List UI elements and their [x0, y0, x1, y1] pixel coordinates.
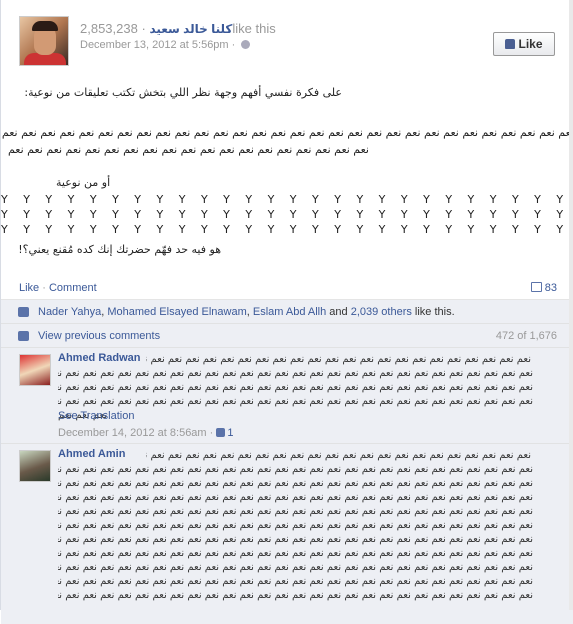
- comment-timestamp[interactable]: December 14, 2012 at 8:56am: [58, 427, 207, 439]
- post-actions: Like · Comment 83: [1, 277, 573, 299]
- post-timestamp[interactable]: December 13, 2012 at 5:56pm: [80, 39, 229, 51]
- thumbs-up-icon: [18, 307, 29, 317]
- comment-text-line: نعم نعم نعم نعم نعم نعم نعم نعم نعم نعم …: [58, 382, 533, 393]
- see-translation-link[interactable]: See Translation: [58, 410, 134, 422]
- page-likes-line: 2,853,238 · كلنا خالد سعيدlike this: [80, 21, 360, 36]
- comment-like-count: 1: [227, 427, 234, 439]
- dot-separator: ·: [141, 21, 146, 36]
- comment-text-line: نعم نعم نعم نعم نعم نعم نعم نعم نعم نعم …: [146, 450, 531, 461]
- comment-likes[interactable]: 1: [216, 427, 234, 439]
- liker-link-2[interactable]: Mohamed Elsayed Elnawam: [107, 306, 246, 318]
- and-text: and: [326, 306, 351, 318]
- comment-link[interactable]: Comment: [49, 282, 97, 294]
- liker-link-3[interactable]: Eslam Abd Allh: [253, 306, 326, 318]
- comment-text-line: نعم نعم نعم نعم نعم نعم نعم نعم نعم نعم …: [58, 562, 533, 573]
- dot-separator: ·: [42, 282, 46, 294]
- post-timestamp-line: December 13, 2012 at 5:56pm ·: [80, 39, 360, 51]
- like-this-text: like this.: [411, 306, 455, 318]
- comment-text-line: نعم نعم نعم نعم نعم نعم نعم نعم نعم نعم …: [58, 576, 533, 587]
- comment-text-line: نعم نعم نعم نعم نعم نعم نعم نعم نعم نعم …: [146, 354, 531, 365]
- post-meta: 2,853,238 · كلنا خالد سعيدlike this Dece…: [80, 21, 360, 51]
- post-question: هو فيه حد فهّم حضرتك إنك كده مُقنع يعني؟…: [18, 243, 221, 256]
- comment-pager: 472 of 1,676: [495, 330, 557, 342]
- liker-link-1[interactable]: Nader Yahya: [38, 306, 101, 318]
- like-this-text: like this: [232, 21, 276, 36]
- comment-text-line: نعم نعم نعم نعم نعم نعم نعم نعم نعم نعم …: [58, 464, 533, 475]
- globe-icon[interactable]: [241, 40, 251, 49]
- commenter-name[interactable]: Ahmed Amin: [58, 448, 125, 460]
- post-header: 2,853,238 · كلنا خالد سعيدlike this Dece…: [19, 16, 559, 66]
- ufi-panel: Nader Yahya, Mohamed Elsayed Elnawam, Es…: [1, 299, 573, 624]
- page-avatar[interactable]: [19, 16, 69, 66]
- scrollbar[interactable]: [569, 0, 573, 610]
- commenter-avatar[interactable]: [19, 354, 51, 386]
- comment-count[interactable]: 83: [530, 277, 557, 299]
- post-frame: 2,853,238 · كلنا خالد سعيدlike this Dece…: [0, 0, 573, 624]
- others-link[interactable]: 2,039 others: [351, 306, 412, 318]
- dot-separator: ·: [209, 427, 214, 439]
- post-paragraph-1: على فكرة نفسي أفهم وجهة نظر اللي بتخش تك…: [24, 86, 342, 99]
- comment-text-line: نعم نعم نعم نعم نعم نعم نعم نعم نعم نعم …: [58, 520, 533, 531]
- comment-text-line: نعم نعم نعم نعم نعم نعم نعم نعم نعم نعم …: [58, 492, 533, 503]
- page-name-link[interactable]: كلنا خالد سعيد: [149, 22, 232, 36]
- like-link[interactable]: Like: [19, 282, 39, 294]
- comment-text-line: نعم نعم نعم نعم نعم نعم نعم نعم نعم نعم …: [58, 534, 533, 545]
- likes-sentence-row: Nader Yahya, Mohamed Elsayed Elnawam, Es…: [1, 300, 573, 324]
- commenter-avatar[interactable]: [19, 450, 51, 482]
- comment-bubble-icon: [18, 331, 29, 341]
- comment-item: Ahmed Amin نعم نعم نعم نعم نعم نعم نعم ن…: [1, 444, 573, 624]
- comment-text-line: نعم نعم نعم نعم نعم نعم نعم نعم نعم نعم …: [58, 548, 533, 559]
- view-previous-row: View previous comments 472 of 1,676: [1, 324, 573, 348]
- post-naam-line-1: نعم نعم نعم نعم نعم نعم نعم نعم نعم نعم …: [1, 126, 573, 139]
- thumbs-up-icon: [216, 428, 226, 437]
- post-y-row-1: Y Y Y Y Y Y Y Y Y Y Y Y Y Y Y Y Y Y Y Y …: [1, 193, 573, 206]
- view-previous-comments-link[interactable]: View previous comments: [38, 330, 160, 342]
- comment-text-line: نعم نعم نعم نعم نعم نعم نعم نعم نعم نعم …: [58, 368, 533, 379]
- comment-item: Ahmed Radwan نعم نعم نعم نعم نعم نعم نعم…: [1, 348, 573, 444]
- post-y-row-3: Y Y Y Y Y Y Y Y Y Y Y Y Y Y Y Y Y Y Y Y …: [1, 223, 573, 236]
- comment-text-line: نعم نعم نعم نعم نعم نعم نعم نعم نعم نعم …: [58, 506, 533, 517]
- commenter-name[interactable]: Ahmed Radwan: [58, 352, 141, 364]
- post-naam-line-2: نعم نعم نعم نعم نعم نعم نعم نعم نعم نعم …: [7, 143, 369, 156]
- post-y-row-2: Y Y Y Y Y Y Y Y Y Y Y Y Y Y Y Y Y Y Y Y …: [1, 208, 573, 221]
- page-like-button[interactable]: Like: [493, 32, 555, 56]
- thumbs-up-icon: [505, 39, 516, 49]
- comment-meta: December 14, 2012 at 8:56am · 1: [58, 427, 234, 439]
- post-or-type: أو من نوعية: [56, 176, 111, 189]
- likes-count: 2,853,238: [80, 21, 138, 36]
- comment-count-value: 83: [544, 282, 557, 294]
- dot-separator: ·: [231, 39, 236, 51]
- like-button-label: Like: [518, 37, 543, 51]
- comment-text-line: نعم نعم نعم نعم نعم نعم نعم نعم نعم نعم …: [58, 478, 533, 489]
- comment-text-line: نعم نعم نعم نعم نعم نعم نعم نعم نعم نعم …: [58, 590, 533, 601]
- comment-bubble-icon: [530, 282, 542, 292]
- comment-text-line: نعم نعم نعم نعم نعم نعم نعم نعم نعم نعم …: [58, 396, 533, 407]
